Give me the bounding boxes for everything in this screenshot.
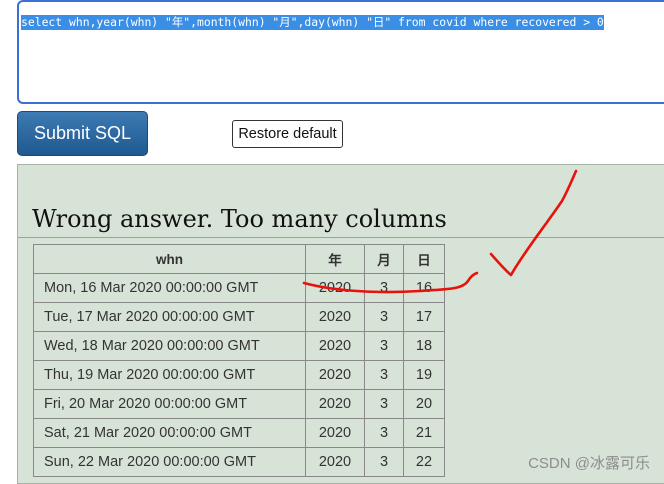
table-row: Mon, 16 Mar 2020 00:00:00 GMT 2020 3 16 [33,273,445,303]
cell-day: 22 [403,447,445,477]
column-header-month: 月 [364,244,404,274]
cell-year: 2020 [305,447,365,477]
cell-month: 3 [364,331,404,361]
restore-default-button[interactable]: Restore default [232,120,343,148]
column-header-whn: whn [33,244,306,274]
cell-day: 19 [403,360,445,390]
sql-editor[interactable]: select whn,year(whn) "年",month(whn) "月",… [17,0,664,104]
table-row: Sun, 22 Mar 2020 00:00:00 GMT 2020 3 22 [33,447,445,477]
table-header-row: whn 年 月 日 [33,244,445,274]
cell-day: 16 [403,273,445,303]
column-header-year: 年 [305,244,365,274]
cell-whn: Thu, 19 Mar 2020 00:00:00 GMT [33,360,306,390]
table-row: Tue, 17 Mar 2020 00:00:00 GMT 2020 3 17 [33,302,445,332]
result-panel: Wrong answer. Too many columns whn 年 月 日… [17,164,664,484]
sql-editor-text: select whn,year(whn) "年",month(whn) "月",… [21,15,604,30]
table-row: Wed, 18 Mar 2020 00:00:00 GMT 2020 3 18 [33,331,445,361]
title-divider [18,237,664,238]
cell-day: 18 [403,331,445,361]
result-title: Wrong answer. Too many columns [32,205,447,233]
cell-day: 21 [403,418,445,448]
cell-day: 17 [403,302,445,332]
cell-month: 3 [364,418,404,448]
cell-month: 3 [364,447,404,477]
cell-day: 20 [403,389,445,419]
cell-whn: Mon, 16 Mar 2020 00:00:00 GMT [33,273,306,303]
watermark: CSDN @冰露可乐 [528,455,650,472]
cell-year: 2020 [305,302,365,332]
column-header-day: 日 [403,244,445,274]
table-row: Thu, 19 Mar 2020 00:00:00 GMT 2020 3 19 [33,360,445,390]
cell-year: 2020 [305,273,365,303]
result-table: whn 年 月 日 Mon, 16 Mar 2020 00:00:00 GMT … [33,244,445,477]
table-row: Fri, 20 Mar 2020 00:00:00 GMT 2020 3 20 [33,389,445,419]
cell-whn: Sat, 21 Mar 2020 00:00:00 GMT [33,418,306,448]
submit-sql-button[interactable]: Submit SQL [17,111,148,156]
cell-month: 3 [364,360,404,390]
cell-month: 3 [364,389,404,419]
cell-whn: Wed, 18 Mar 2020 00:00:00 GMT [33,331,306,361]
cell-whn: Fri, 20 Mar 2020 00:00:00 GMT [33,389,306,419]
table-row: Sat, 21 Mar 2020 00:00:00 GMT 2020 3 21 [33,418,445,448]
cell-year: 2020 [305,418,365,448]
cell-year: 2020 [305,331,365,361]
cell-whn: Tue, 17 Mar 2020 00:00:00 GMT [33,302,306,332]
cell-year: 2020 [305,360,365,390]
cell-month: 3 [364,302,404,332]
cell-year: 2020 [305,389,365,419]
cell-whn: Sun, 22 Mar 2020 00:00:00 GMT [33,447,306,477]
cell-month: 3 [364,273,404,303]
